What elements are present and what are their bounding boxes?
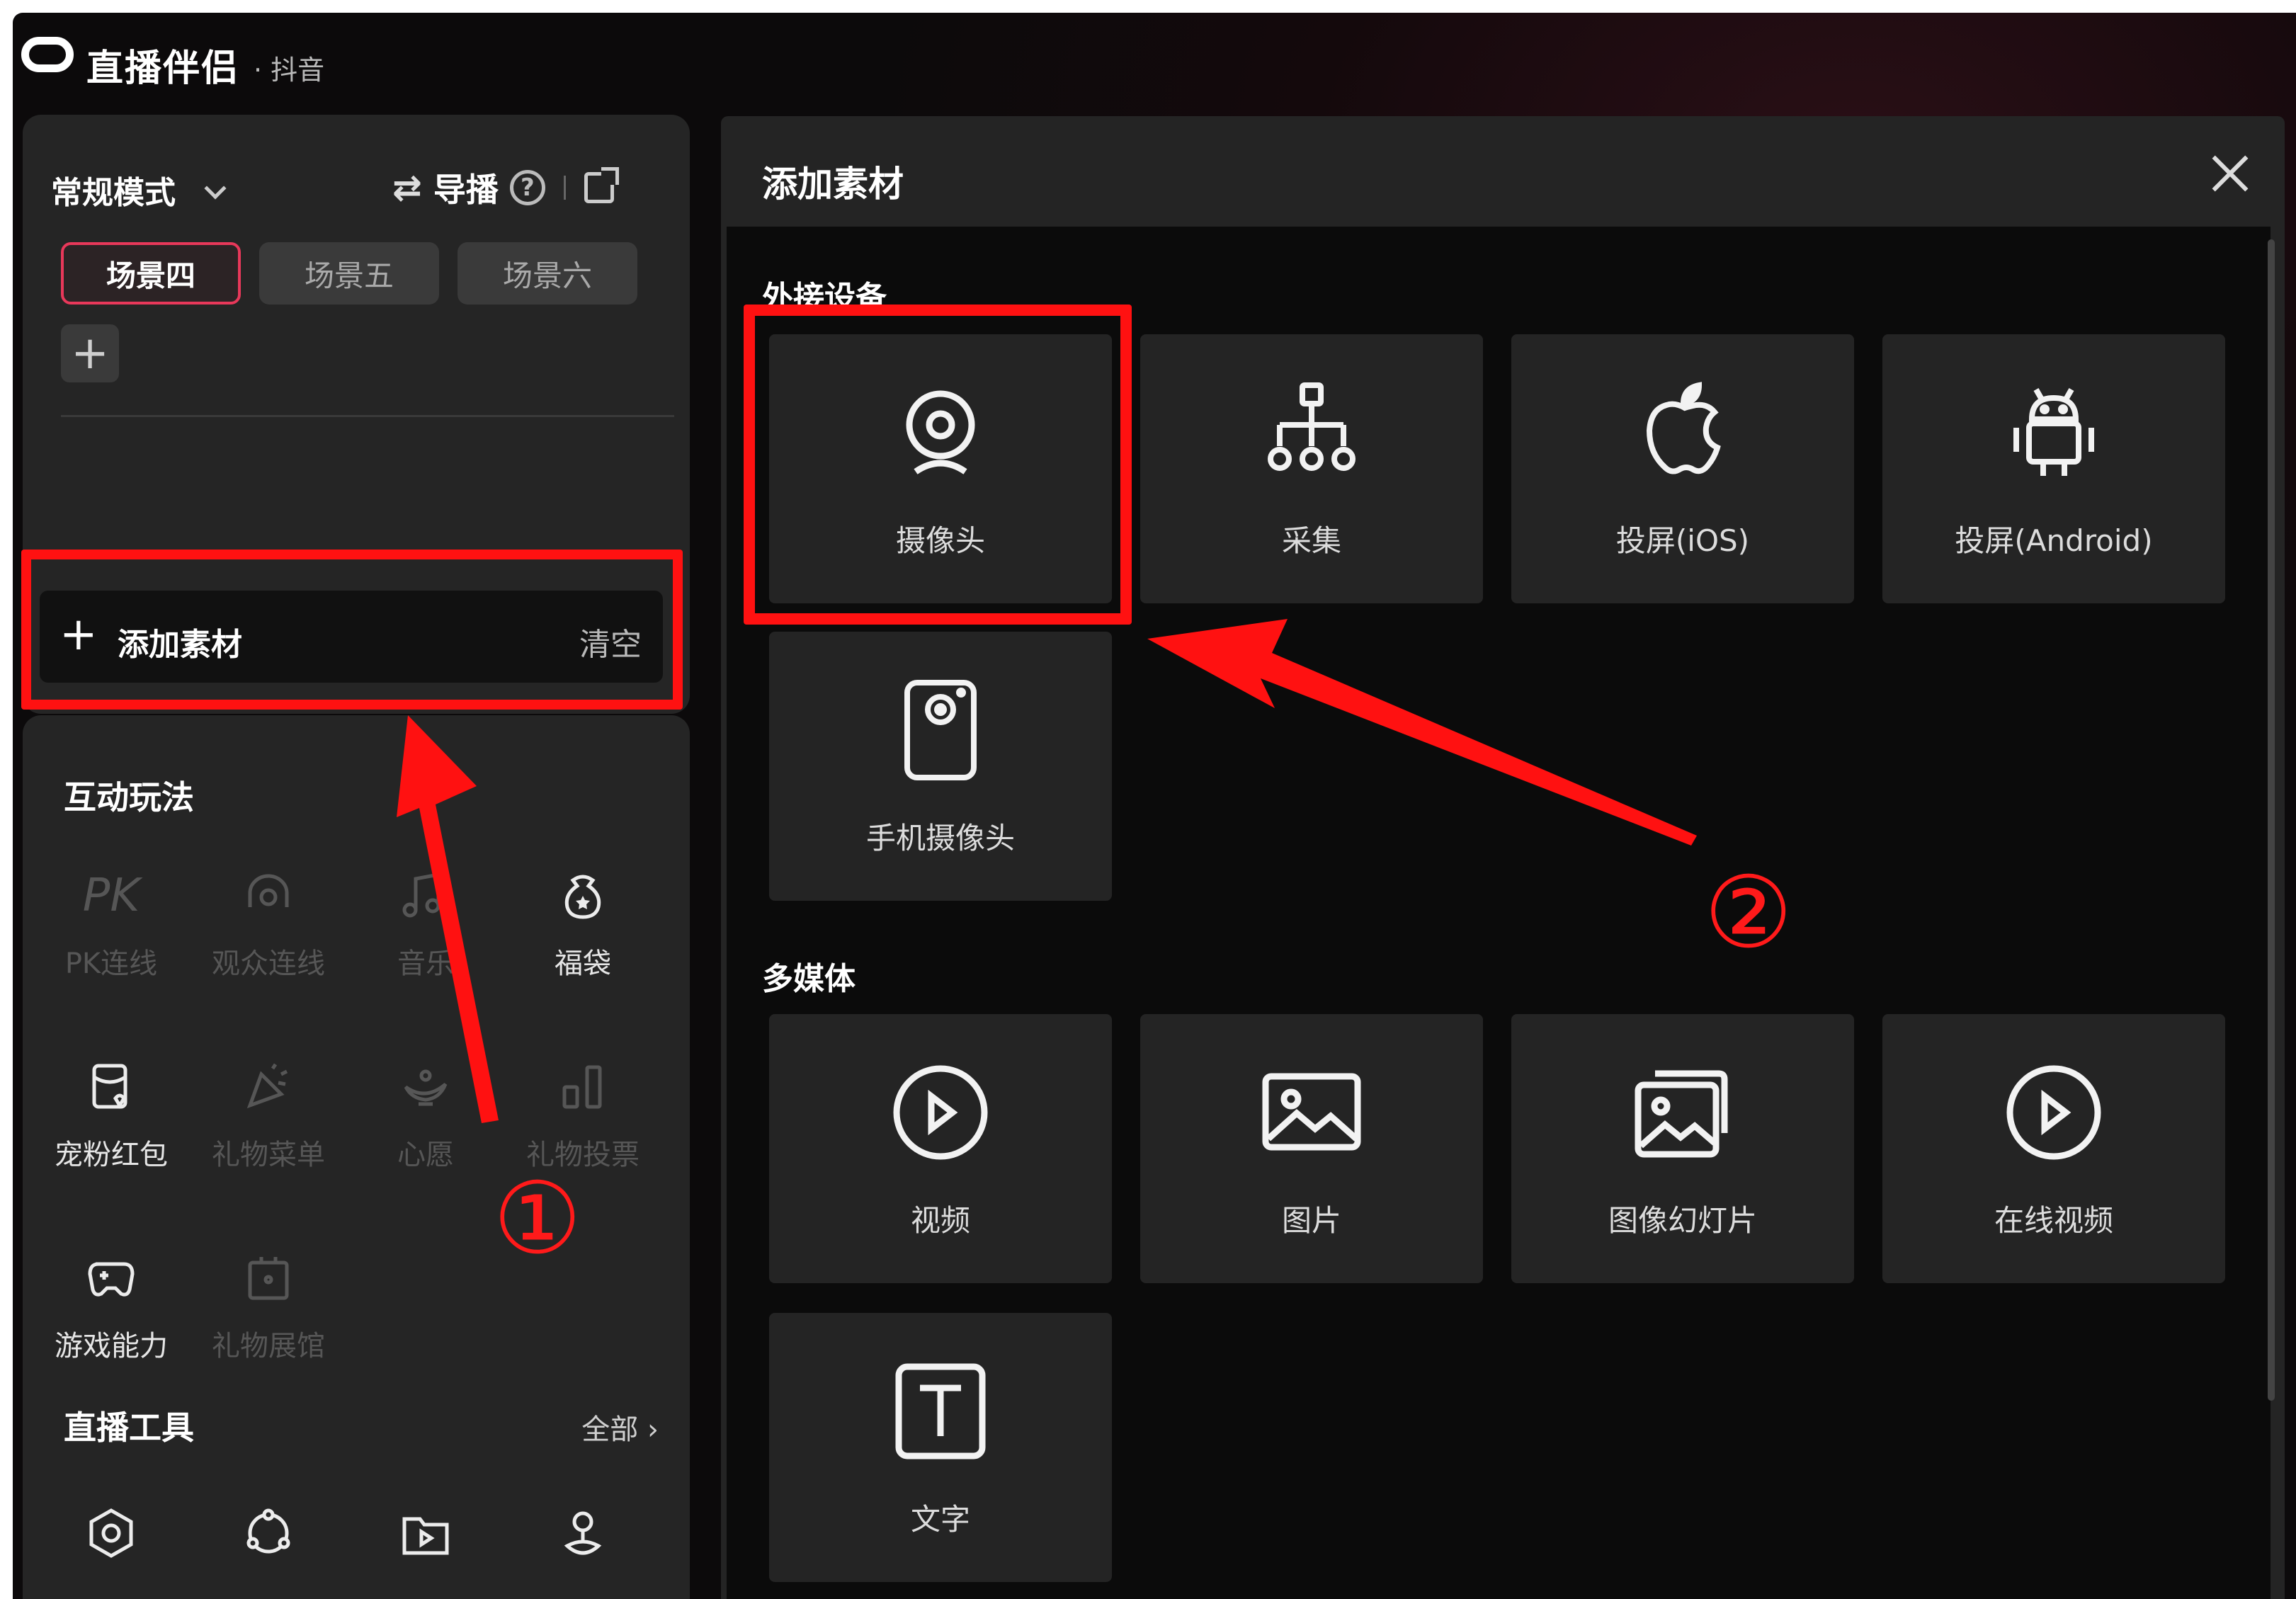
guide-bar: ⇄ 导播 ? [392, 164, 619, 211]
section-title-multimedia: 多媒体 [762, 961, 856, 997]
tile-label: 投屏(iOS) [1615, 523, 1750, 558]
tools-panel: 互动玩法 PK PK连线 观众连线 音乐 福袋 宠粉红包 礼物菜单 心愿 礼物投… [23, 715, 690, 1599]
annotation-box-1 [21, 550, 683, 710]
tile-capture[interactable]: 采集 [1140, 334, 1483, 603]
dialog-scrollbar[interactable] [2268, 239, 2275, 1401]
tile-label: 手机摄像头 [865, 821, 1015, 855]
mode-label: 常规模式 [51, 175, 176, 211]
interactive-title: 互动玩法 [64, 778, 194, 816]
hexagon-settings-icon [79, 1501, 143, 1565]
tool-music[interactable]: 音乐 [347, 850, 504, 1041]
lucky-bag-icon [551, 864, 615, 928]
tool-game[interactable]: 游戏能力 [33, 1232, 190, 1423]
tool-label: 宠粉红包 [55, 1139, 168, 1171]
tool-label: 心愿 [397, 1139, 454, 1171]
tool-gift-gallery[interactable]: 礼物展馆 [190, 1232, 347, 1423]
live-tool-anchor[interactable] [504, 1487, 661, 1599]
chevron-down-icon [204, 177, 227, 200]
tool-label: 游戏能力 [55, 1330, 168, 1362]
tool-label: PK连线 [64, 948, 158, 980]
tool-gift-menu[interactable]: 礼物菜单 [190, 1041, 347, 1232]
close-icon[interactable] [2211, 154, 2249, 193]
wish-lamp-icon [394, 1055, 458, 1119]
popout-icon[interactable] [584, 167, 619, 203]
tool-label: 礼物菜单 [212, 1139, 325, 1171]
text-icon [887, 1358, 994, 1464]
gift-gallery-icon [237, 1246, 300, 1310]
gift-menu-icon [237, 1055, 300, 1119]
mode-selector[interactable]: 常规模式 [51, 167, 227, 212]
scene-tab-5[interactable]: 场景五 [259, 242, 439, 305]
tool-label: 观众连线 [212, 948, 325, 980]
tool-lucky-bag[interactable]: 福袋 [504, 850, 661, 1041]
red-packet-icon [79, 1055, 143, 1119]
guide-button[interactable]: 导播 [433, 164, 499, 211]
divider [61, 415, 674, 417]
live-tool-settings[interactable] [33, 1487, 190, 1599]
tile-label: 采集 [1281, 523, 1341, 558]
tool-label: 音乐 [397, 948, 454, 980]
dialog-title: 添加素材 [762, 164, 904, 205]
annotation-box-2 [744, 305, 1132, 625]
apple-icon [1630, 380, 1736, 486]
tile-label: 图片 [1281, 1203, 1341, 1238]
tile-label: 文字 [910, 1502, 970, 1537]
swap-icon[interactable]: ⇄ [392, 167, 422, 208]
live-tool-sync[interactable] [190, 1487, 347, 1599]
interactive-grid: PK PK连线 观众连线 音乐 福袋 宠粉红包 礼物菜单 心愿 礼物投票 游戏能… [33, 850, 670, 1423]
phone-camera-icon [887, 677, 994, 783]
person-pin-icon [551, 1501, 615, 1565]
tile-online-video[interactable]: 在线视频 [1882, 1014, 2225, 1283]
tool-pk[interactable]: PK PK连线 [33, 850, 190, 1041]
annotation-step-2: ② [1704, 855, 1793, 971]
tile-image[interactable]: 图片 [1140, 1014, 1483, 1283]
help-icon[interactable]: ? [509, 170, 545, 205]
app-window: 直播伴侣 · 抖音 常规模式 ⇄ 导播 ? 场景四 场景五 场景六 + + 添加… [13, 13, 2296, 1599]
all-tools-link[interactable]: 全部 › [581, 1406, 659, 1447]
capture-tree-icon [1258, 380, 1365, 486]
live-tools-title: 直播工具 [64, 1409, 194, 1447]
tool-audience-link[interactable]: 观众连线 [190, 850, 347, 1041]
live-tool-folder-video[interactable] [347, 1487, 504, 1599]
tile-video[interactable]: 视频 [769, 1014, 1112, 1283]
pk-icon: PK [82, 870, 140, 922]
tile-label: 投屏(Android) [1955, 523, 2153, 558]
tool-wish[interactable]: 心愿 [347, 1041, 504, 1232]
app-logo-icon [21, 37, 74, 72]
tile-ios-mirror[interactable]: 投屏(iOS) [1511, 334, 1854, 603]
app-name: 直播伴侣 [86, 47, 240, 90]
image-icon [1258, 1059, 1365, 1166]
tile-android-mirror[interactable]: 投屏(Android) [1882, 334, 2225, 603]
tile-label: 在线视频 [1994, 1203, 2113, 1238]
video-play-icon [887, 1059, 994, 1166]
folder-play-icon [394, 1501, 458, 1565]
tile-slideshow[interactable]: 图像幻灯片 [1511, 1014, 1854, 1283]
tile-label: 视频 [910, 1203, 970, 1238]
scene-tab-6[interactable]: 场景六 [458, 242, 637, 305]
sync-icon [237, 1501, 300, 1565]
online-video-icon [2001, 1059, 2107, 1166]
music-icon [394, 864, 458, 928]
slideshow-icon [1630, 1059, 1736, 1166]
tool-label: 礼物展馆 [212, 1330, 325, 1362]
divider [563, 176, 566, 200]
add-scene-button[interactable]: + [61, 324, 119, 382]
scene-tabs: 场景四 场景五 场景六 [61, 242, 637, 305]
scene-tab-4[interactable]: 场景四 [61, 242, 241, 305]
tool-label: 福袋 [555, 948, 611, 980]
live-tools-grid [33, 1487, 670, 1599]
tile-phone-camera[interactable]: 手机摄像头 [769, 632, 1112, 901]
audience-link-icon [237, 864, 300, 928]
gamepad-icon [79, 1246, 143, 1310]
annotation-step-1: ① [493, 1161, 582, 1277]
all-label: 全部 [581, 1413, 639, 1446]
tile-label: 图像幻灯片 [1608, 1203, 1757, 1238]
tile-text[interactable]: 文字 [769, 1313, 1112, 1582]
title-bar: 直播伴侣 · 抖音 [13, 13, 2296, 105]
tool-red-packet[interactable]: 宠粉红包 [33, 1041, 190, 1232]
gift-vote-icon [551, 1055, 615, 1119]
android-icon [2001, 380, 2107, 486]
app-platform: · 抖音 [254, 55, 325, 86]
